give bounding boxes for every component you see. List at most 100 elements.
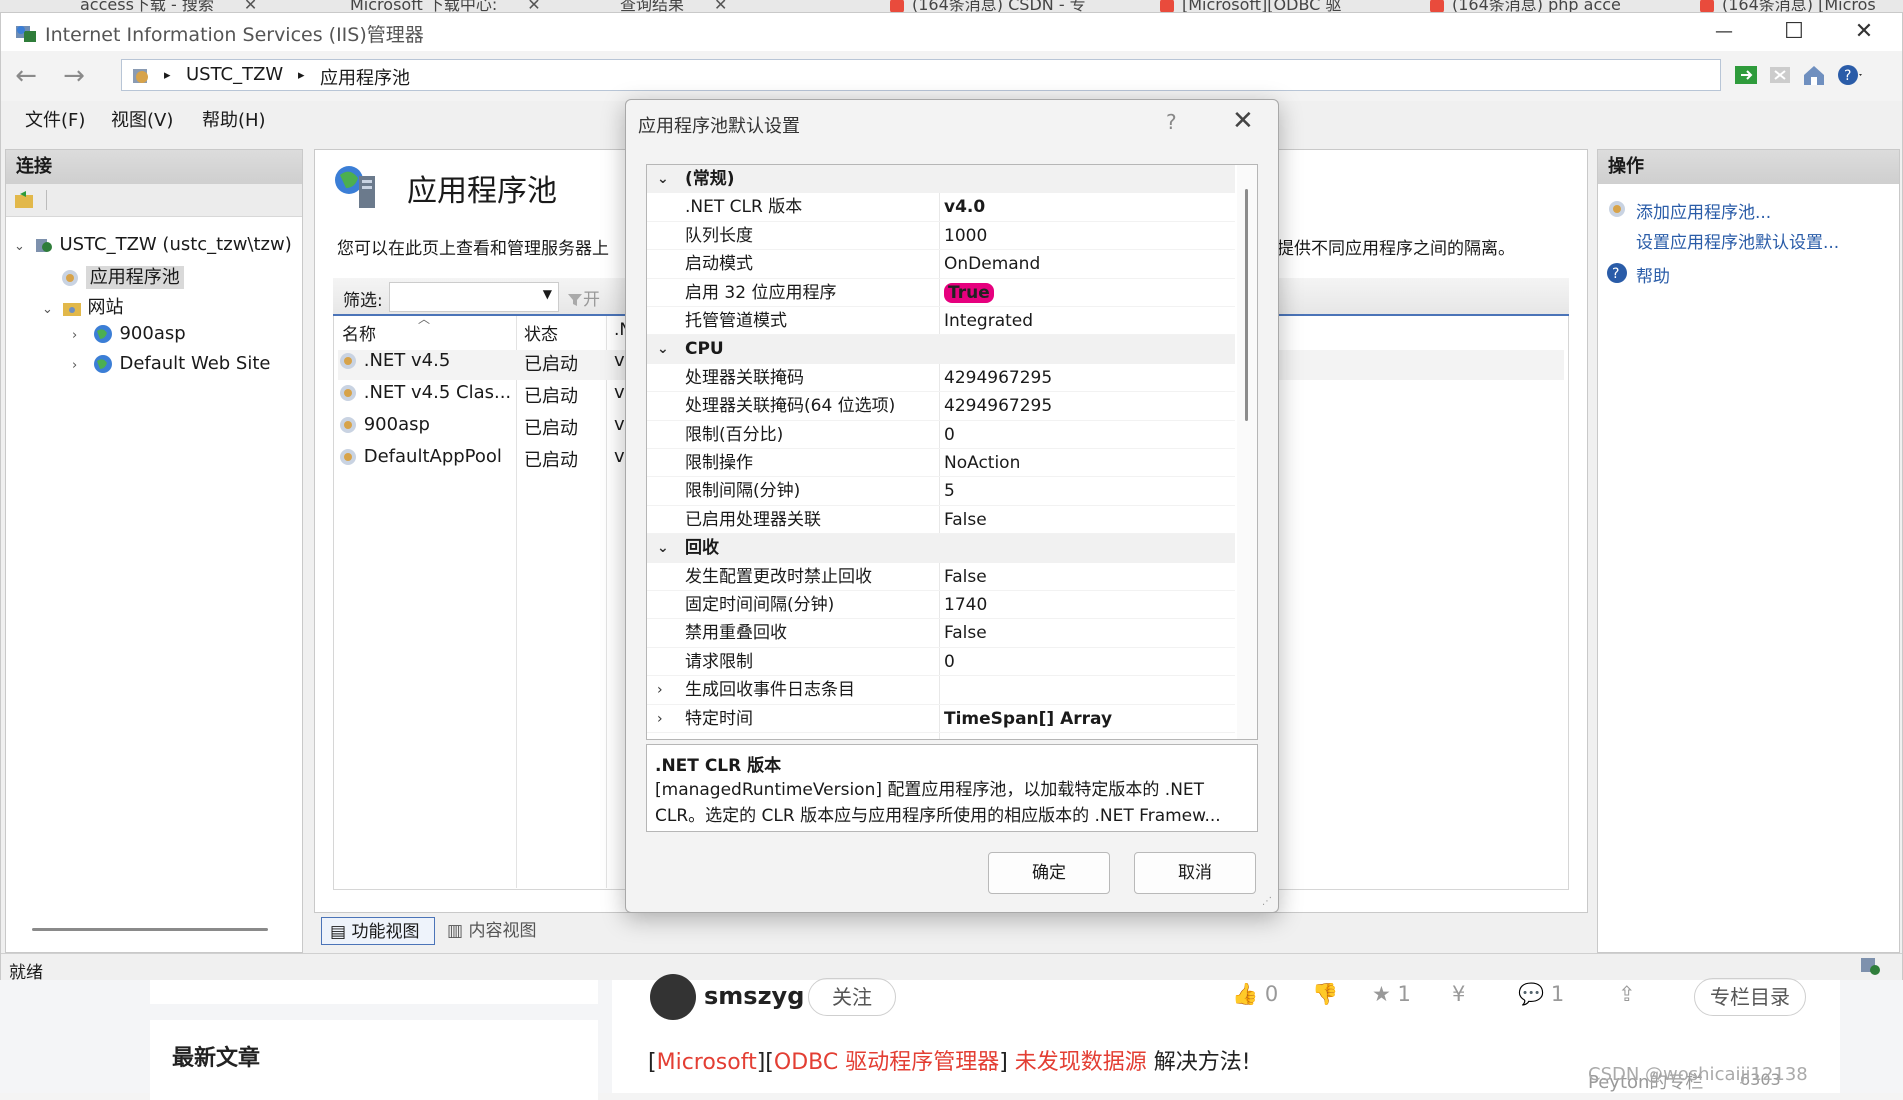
- avatar[interactable]: [650, 974, 696, 1020]
- tab-content-view[interactable]: ▥ 内容视图: [439, 917, 553, 945]
- collapse-icon[interactable]: ⌄: [657, 165, 669, 193]
- column-toc-button[interactable]: 专栏目录: [1694, 978, 1806, 1016]
- property-value[interactable]: Integrated: [944, 307, 1033, 335]
- property-value[interactable]: False: [944, 619, 987, 647]
- browser-tab[interactable]: access下载 - 搜索 ✕: [80, 0, 257, 12]
- menu-view[interactable]: 视图(V): [111, 106, 173, 132]
- resize-grip-icon[interactable]: ⋰: [1262, 896, 1272, 907]
- close-tab-icon[interactable]: ✕: [714, 0, 727, 12]
- property-value[interactable]: NoAction: [944, 449, 1020, 477]
- horizontal-scrollbar[interactable]: [32, 928, 268, 931]
- address-breadcrumb[interactable]: ▸ USTC_TZW ▸ 应用程序池: [121, 59, 1721, 91]
- maximize-button[interactable]: ☐: [1759, 13, 1829, 51]
- property-row[interactable]: › 生成回收事件日志条目: [647, 676, 1235, 705]
- property-row[interactable]: 启动模式 OnDemand: [647, 250, 1235, 279]
- property-row[interactable]: 托管管道模式 Integrated: [647, 307, 1235, 336]
- tree-node-site[interactable]: › 900asp: [72, 323, 186, 345]
- tree-node-sites[interactable]: ⌄ 网站: [42, 293, 123, 319]
- property-value[interactable]: 0: [944, 421, 955, 449]
- browser-tab[interactable]: (164条消息) [Micros: [1700, 0, 1876, 12]
- property-value[interactable]: OnDemand: [944, 250, 1040, 278]
- property-category[interactable]: ⌄ 回收: [647, 534, 1235, 563]
- property-value[interactable]: True: [944, 279, 994, 307]
- title-bar[interactable]: Internet Information Services (IIS)管理器 —…: [1, 13, 1902, 51]
- menu-file[interactable]: 文件(F): [25, 106, 85, 132]
- collapse-icon[interactable]: ⌄: [657, 335, 669, 363]
- property-value[interactable]: 4294967295: [944, 392, 1052, 420]
- property-row[interactable]: 禁用重叠回收 False: [647, 619, 1235, 648]
- back-button[interactable]: ←: [9, 59, 43, 93]
- stop-icon[interactable]: [1767, 62, 1793, 88]
- property-row[interactable]: 固定时间间隔(分钟) 1740: [647, 591, 1235, 620]
- help-dropdown-icon[interactable]: ?: [1837, 62, 1863, 88]
- forward-button[interactable]: →: [57, 59, 91, 93]
- favorite-button[interactable]: ★ 1: [1372, 982, 1411, 1006]
- tree-node-server[interactable]: ⌄ USTC_TZW (ustc_tzw\tzw): [14, 234, 292, 255]
- property-row[interactable]: 队列长度 1000: [647, 222, 1235, 251]
- property-value[interactable]: 5: [944, 477, 955, 505]
- property-row[interactable]: 限制(百分比) 0: [647, 421, 1235, 449]
- comment-button[interactable]: 💬 1: [1518, 982, 1564, 1007]
- property-value[interactable]: TimeSpan[] Array: [944, 705, 1112, 733]
- property-value[interactable]: 1740: [944, 591, 987, 619]
- expand-icon[interactable]: ⌄: [42, 302, 56, 317]
- dropdown-arrow-icon[interactable]: ▼: [543, 287, 552, 301]
- dialog-help-button[interactable]: ?: [1166, 110, 1177, 134]
- ok-button[interactable]: 确定: [988, 852, 1110, 894]
- property-value[interactable]: False: [944, 563, 987, 591]
- property-row[interactable]: 发生配置更改时禁止回收 False: [647, 563, 1235, 591]
- reward-button[interactable]: ¥: [1452, 982, 1465, 1006]
- property-row[interactable]: 请求限制 0: [647, 648, 1235, 677]
- property-row[interactable]: 限制间隔(分钟) 5: [647, 477, 1235, 506]
- property-value[interactable]: False: [944, 506, 987, 534]
- set-defaults-link[interactable]: 设置应用程序池默认设置...: [1636, 228, 1839, 253]
- breadcrumb-app-pools[interactable]: 应用程序池: [320, 64, 410, 90]
- connect-icon[interactable]: [14, 190, 36, 210]
- property-row[interactable]: 限制操作 NoAction: [647, 449, 1235, 478]
- expand-icon[interactable]: ›: [72, 328, 86, 343]
- related-article-link[interactable]: [Microsoft][ODBC 驱动程序管理器] 未发现数据源 解决方法!: [648, 1044, 1251, 1076]
- property-category[interactable]: ⌄ CPU: [647, 335, 1235, 364]
- expand-icon[interactable]: ⌄: [14, 239, 28, 254]
- close-tab-icon[interactable]: ✕: [527, 0, 540, 12]
- expand-icon[interactable]: ›: [72, 358, 86, 373]
- property-row[interactable]: 启用 32 位应用程序 True: [647, 279, 1235, 307]
- property-row[interactable]: 处理器关联掩码 4294967295: [647, 364, 1235, 393]
- property-category[interactable]: ⌄ (常规): [647, 165, 1235, 194]
- expand-icon[interactable]: ›: [657, 676, 663, 704]
- cancel-button[interactable]: 取消: [1134, 852, 1256, 894]
- refresh-icon[interactable]: [1733, 62, 1759, 88]
- column-header-name[interactable]: 名称: [342, 320, 376, 345]
- dislike-button[interactable]: 👎: [1312, 982, 1338, 1007]
- close-window-button[interactable]: ✕: [1829, 13, 1899, 51]
- share-button[interactable]: ⇪: [1618, 982, 1636, 1006]
- help-link[interactable]: 帮助: [1636, 262, 1670, 287]
- dialog-close-button[interactable]: ✕: [1232, 106, 1254, 136]
- property-row[interactable]: .NET CLR 版本 v4.0: [647, 193, 1235, 222]
- follow-button[interactable]: 关注: [808, 978, 896, 1016]
- scrollbar-thumb[interactable]: [1245, 189, 1248, 421]
- column-header-status[interactable]: 状态: [524, 320, 558, 345]
- home-icon[interactable]: [1801, 62, 1827, 88]
- minimize-button[interactable]: —: [1689, 13, 1759, 51]
- close-tab-icon[interactable]: ✕: [244, 0, 257, 12]
- property-row[interactable]: › 特定时间 TimeSpan[] Array: [647, 705, 1235, 733]
- author-name[interactable]: smszyg: [704, 982, 804, 1010]
- tree-node-site[interactable]: › Default Web Site: [72, 353, 270, 375]
- property-row[interactable]: 已启用处理器关联 False: [647, 506, 1235, 535]
- property-value[interactable]: v4.0: [944, 193, 985, 221]
- property-value[interactable]: 4294967295: [944, 364, 1052, 392]
- property-value[interactable]: 0: [944, 648, 955, 676]
- breadcrumb-server[interactable]: USTC_TZW: [186, 64, 283, 85]
- add-app-pool-link[interactable]: 添加应用程序池...: [1636, 198, 1771, 223]
- browser-tab[interactable]: 查询结果 ✕: [620, 0, 727, 12]
- property-row[interactable]: 处理器关联掩码(64 位选项) 4294967295: [647, 392, 1235, 421]
- property-scrollbar[interactable]: [1237, 165, 1257, 739]
- browser-tab[interactable]: [Microsoft][ODBC 驱: [1160, 0, 1341, 12]
- menu-help[interactable]: 帮助(H): [202, 106, 266, 132]
- like-button[interactable]: 👍 0: [1232, 982, 1278, 1007]
- collapse-icon[interactable]: ⌄: [657, 534, 669, 562]
- browser-tab[interactable]: (164条消息) CSDN - 专: [890, 0, 1086, 12]
- filter-go-button[interactable]: 开: [567, 285, 600, 310]
- browser-tab[interactable]: Microsoft 下载中心: ✕: [350, 0, 541, 12]
